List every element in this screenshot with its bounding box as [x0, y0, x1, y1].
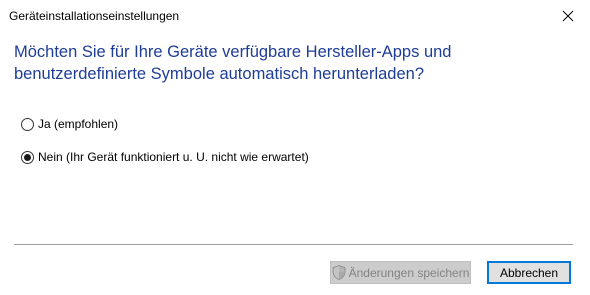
cancel-label: Abbrechen [499, 265, 559, 280]
window-title: Geräteinstallationseinstellungen [9, 9, 180, 23]
radio-button-nein[interactable] [21, 150, 34, 164]
radio-button-ja[interactable] [21, 117, 34, 131]
divider [14, 244, 573, 245]
uac-shield-icon [332, 265, 346, 280]
close-button[interactable] [546, 0, 590, 32]
radio-option-nein[interactable]: Nein (Ihr Gerät funktioniert u. U. nicht… [21, 148, 309, 166]
save-changes-label: Änderungen speichern [348, 265, 470, 280]
title-bar: Geräteinstallationseinstellungen [0, 0, 590, 32]
radio-label-nein[interactable]: Nein (Ihr Gerät funktioniert u. U. nicht… [38, 150, 309, 164]
device-installation-settings-dialog: Geräteinstallationseinstellungen Möchten… [0, 0, 590, 295]
close-icon [562, 10, 574, 22]
question-heading: Möchten Sie für Ihre Geräte verfügbare H… [14, 43, 452, 83]
cancel-button[interactable]: Abbrechen [487, 261, 571, 284]
radio-option-ja[interactable]: Ja (empfohlen) [21, 115, 118, 133]
save-changes-button[interactable]: Änderungen speichern [330, 261, 471, 284]
radio-label-ja[interactable]: Ja (empfohlen) [38, 117, 118, 131]
